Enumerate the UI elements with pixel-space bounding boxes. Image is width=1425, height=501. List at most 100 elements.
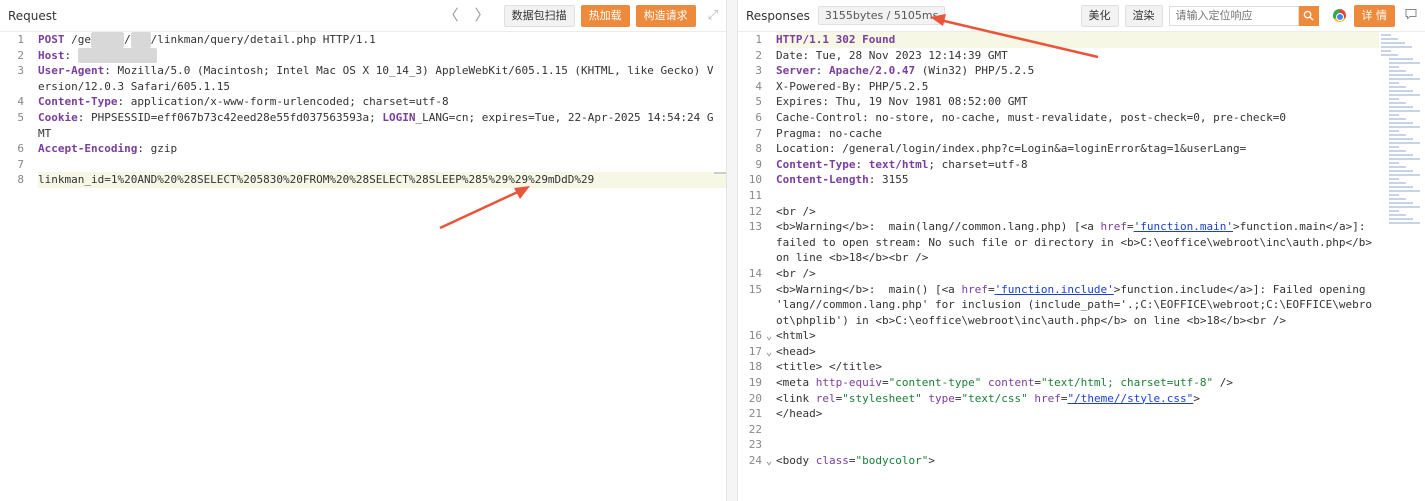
code-token: <meta: [776, 376, 816, 390]
line-text: <br />: [776, 266, 1379, 282]
code-token: linkman_id=1%20AND%20%28SELECT%205830%20…: [38, 173, 595, 187]
packet-scan-button[interactable]: 数据包扫描: [503, 4, 575, 27]
line-text: <html>: [776, 328, 1379, 344]
line-number: 4: [17, 95, 24, 109]
code-line: 6 Cache-Control: no-store, no-cache, must…: [738, 110, 1379, 126]
minimap-line: [1389, 182, 1406, 184]
code-link[interactable]: 'function.main': [1134, 220, 1233, 233]
pane-splitter[interactable]: [727, 0, 737, 501]
request-editor[interactable]: 1 POST /general/app/linkman/query/detail.…: [0, 32, 726, 501]
minimap-line: [1389, 94, 1420, 96]
code-line: 7: [0, 157, 726, 173]
code-token: text/html: [868, 157, 929, 171]
code-line: 2 Date: Tue, 28 Nov 2023 12:14:39 GMT: [738, 48, 1379, 64]
line-number: 18: [748, 360, 762, 374]
code-token: Expires: Thu, 19 Nov 1981 08:52:00 GMT: [776, 95, 1028, 109]
code-line: 15 <b>Warning</b>: main() [<a href='funct…: [738, 282, 1379, 329]
line-text: <b>Warning</b>: main(lang//common.lang.p…: [776, 219, 1379, 266]
code-token: =: [987, 282, 995, 296]
minimap-line: [1389, 170, 1413, 172]
code-token: <link: [776, 391, 816, 405]
build-request-button[interactable]: 构造请求: [635, 4, 696, 27]
line-number: 7: [17, 157, 24, 171]
minimap-line: [1389, 202, 1413, 204]
line-number: 8: [17, 173, 24, 187]
line-number: 15: [748, 282, 762, 296]
line-number: 21: [748, 407, 762, 421]
code-link[interactable]: "/theme//style.css": [1067, 392, 1193, 405]
minimap-line: [1389, 86, 1406, 88]
minimap-line: [1389, 102, 1406, 104]
code-token: /ge: [64, 33, 91, 46]
fold-chevron-icon[interactable]: ⌄: [762, 344, 776, 360]
line-number: 8: [755, 142, 762, 156]
code-token: rel: [815, 391, 836, 405]
search-icon[interactable]: [1298, 5, 1319, 26]
code-link[interactable]: 'function.include': [995, 283, 1114, 296]
minimap-line: [1389, 138, 1413, 140]
code-token: type: [928, 391, 955, 405]
line-text: Date: Tue, 28 Nov 2023 12:14:39 GMT: [776, 48, 1379, 64]
minimap-line: [1389, 218, 1413, 220]
response-toolbar: Responses 3155bytes / 5105ms 美化 渲染 详 情: [738, 0, 1425, 32]
code-line: 8 linkman_id=1%20AND%20%28SELECT%205830%2…: [0, 172, 726, 188]
response-minimap[interactable]: [1381, 32, 1420, 262]
line-text: <meta http-equiv="content-type" content=…: [776, 375, 1379, 391]
comment-icon[interactable]: [1405, 8, 1417, 23]
code-token: :: [855, 157, 869, 171]
code-token: : application/x-www-form-urlencoded; cha…: [117, 95, 449, 109]
detail-button[interactable]: 详 情: [1353, 4, 1395, 27]
code-token: : 3155: [868, 173, 909, 187]
minimap-line: [1389, 174, 1420, 176]
line-text: Cookie: PHPSESSID=eff067b73c42eed28e55fd…: [38, 110, 726, 141]
code-token: : gzip: [137, 142, 178, 156]
code-token: :: [64, 48, 78, 62]
fold-chevron-icon[interactable]: ⌄: [762, 328, 776, 344]
prev-icon[interactable]: 〈: [444, 8, 459, 23]
code-line: 6 Accept-Encoding: gzip: [0, 141, 726, 157]
line-text: <body class="bodycolor">: [776, 453, 1379, 469]
line-number: 23: [748, 438, 762, 452]
response-editor[interactable]: 1 HTTP/1.1 302 Found 2 Date: Tue, 28 Nov 20…: [738, 32, 1379, 501]
code-line: 14 <br />: [738, 266, 1379, 282]
code-token: : Mozilla/5.0 (Macintosh; Intel Mac OS X…: [38, 64, 714, 93]
line-text: Expires: Thu, 19 Nov 1981 08:52:00 GMT: [776, 94, 1379, 110]
minimap-line: [1389, 130, 1399, 132]
code-token: </head>: [776, 407, 823, 421]
line-number: 2: [17, 48, 24, 62]
code-token: "text/css": [961, 391, 1028, 405]
code-token: /: [124, 33, 131, 46]
locate-response-input[interactable]: [1168, 5, 1299, 26]
minimap-line: [1389, 70, 1406, 72]
line-number: 6: [755, 110, 762, 124]
minimap-line: [1389, 190, 1420, 192]
code-token: <b>Warning</b>: main(lang//common.lang.p…: [776, 220, 1101, 234]
code-token: /linkman/query/detail.php HTTP/1.1: [150, 33, 376, 46]
code-token: Pragma: no-cache: [776, 126, 882, 140]
render-button[interactable]: 渲染: [1124, 4, 1163, 27]
code-token: Location: /general/login/index.php?c=Log…: [776, 142, 1247, 156]
minimap-line: [1389, 222, 1420, 224]
code-line: 3 User-Agent: Mozilla/5.0 (Macintosh; Int…: [0, 63, 726, 94]
minimap-line: [1389, 98, 1399, 100]
code-line: 4 X-Powered-By: PHP/5.2.5: [738, 79, 1379, 95]
beautify-button[interactable]: 美化: [1080, 4, 1119, 27]
line-text: Accept-Encoding: gzip: [38, 141, 726, 157]
hot-reload-button[interactable]: 热加载: [580, 4, 630, 27]
expand-icon[interactable]: ⤢: [708, 8, 718, 23]
code-line: 8 Location: /general/login/index.php?c=Lo…: [738, 141, 1379, 157]
code-token: "stylesheet": [842, 391, 922, 405]
line-number: 5: [17, 110, 24, 124]
code-line: 23: [738, 437, 1379, 453]
line-text: HTTP/1.1 302 Found: [776, 32, 1379, 48]
minimap-line: [1389, 66, 1399, 68]
code-token: href: [1034, 391, 1061, 405]
fold-chevron-icon[interactable]: ⌄: [762, 453, 776, 469]
line-text: linkman_id=1%20AND%20%28SELECT%205830%20…: [38, 172, 726, 188]
line-text: [776, 422, 1379, 438]
next-icon[interactable]: 〉: [475, 8, 490, 23]
chrome-icon[interactable]: [1332, 9, 1346, 22]
line-text: <link rel="stylesheet" type="text/css" h…: [776, 391, 1379, 407]
line-number: 4: [755, 79, 762, 93]
